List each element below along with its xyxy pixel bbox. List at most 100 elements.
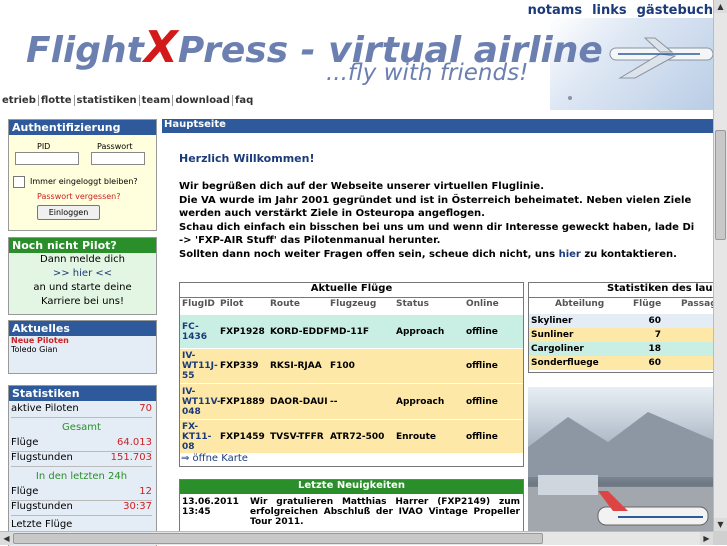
login-button[interactable]: Einloggen	[37, 205, 100, 220]
flight-id[interactable]: FC-1436	[182, 322, 218, 342]
pilot-line1: Dann melde dich	[40, 254, 125, 265]
flight-row[interactable]: IV-WT11V-048 FXP1889 DAOR-DAUI -- Approach of…	[180, 384, 523, 419]
nav-item-faq[interactable]: faq	[233, 95, 255, 106]
flight-id[interactable]: FX-KT11-08	[182, 422, 218, 452]
flight-route: TVSV-TFFR	[270, 431, 324, 442]
flight-route: RKSI-RJAA	[270, 361, 322, 371]
contact-link[interactable]: hier	[559, 249, 581, 260]
dept-name: Skyliner	[531, 316, 573, 326]
flight-pilot: FXP1928	[220, 326, 265, 337]
notams-link[interactable]: notams	[528, 3, 582, 18]
flight-online: offline	[466, 326, 498, 337]
dept-flights: 7	[654, 330, 661, 340]
flight-aircraft: F100	[330, 361, 355, 371]
remember-label: Immer eingeloggt bleiben?	[30, 177, 138, 186]
pid-label: PID	[37, 142, 51, 151]
scroll-up-arrow-icon[interactable]: ▲	[714, 0, 727, 13]
stat-recent-heading: In den letzten 24h	[35, 471, 128, 482]
horizontal-scroll-thumb[interactable]	[13, 533, 543, 544]
nav-item-flotte[interactable]: flotte	[38, 95, 75, 106]
dept-stat-row: Cargoliner 18	[529, 342, 713, 356]
new-pilots-heading: Neue Piloten	[11, 336, 69, 345]
flight-aircraft: MD-11F	[330, 326, 370, 337]
intro-line: Schau dich einfach ein bisschen bei uns …	[179, 221, 695, 233]
flight-id[interactable]: IV-WT11V-048	[182, 387, 221, 417]
dept-name: Sunliner	[531, 330, 574, 340]
flight-status: Approach	[396, 396, 445, 407]
scroll-left-arrow-icon[interactable]: ◀	[0, 532, 13, 545]
current-flights-table: Aktuelle Flüge FlugID Pilot Route Flugze…	[179, 282, 524, 467]
dept-flights: 60	[648, 316, 661, 326]
news-title: Aktuelles	[9, 321, 156, 336]
flight-aircraft: --	[330, 396, 338, 407]
nav-item-download[interactable]: download	[173, 95, 233, 106]
flight-pilot: FXP1889	[220, 396, 265, 407]
stat-total-hours: Flugstunden 151.703	[11, 452, 152, 467]
guestbook-link[interactable]: gästebuch	[637, 3, 713, 18]
stat-recent-hours: Flugstunden 30:37	[11, 501, 152, 516]
flight-status: Enroute	[396, 431, 436, 442]
scroll-right-arrow-icon[interactable]: ▶	[700, 532, 713, 545]
intro-text: Wir begrüßen dich auf der Webseite unser…	[179, 180, 713, 261]
vertical-scrollbar[interactable]: ▲ ▼	[713, 0, 727, 531]
nav-item-team[interactable]: team	[139, 95, 174, 106]
vertical-scroll-thumb[interactable]	[715, 130, 726, 240]
flight-online: offline	[466, 431, 498, 442]
intro-line: -> 'FXP-AIR Stuff' das Pilotenmanual her…	[179, 235, 441, 246]
password-label: Passwort	[97, 142, 133, 151]
department-stats-table: Statistiken des lau Abteilung Flüge Pass…	[528, 282, 713, 373]
dept-stat-row: Sonderfluege 60	[529, 356, 713, 370]
intro-line: Die VA wurde im Jahr 2001 gegründet und …	[179, 194, 692, 206]
flights-header-row: FlugID Pilot Route Flugzeug Status Onlin…	[182, 299, 499, 309]
aircraft-photo-icon	[528, 412, 713, 545]
news-date: 13.06.2011 13:45	[182, 497, 239, 517]
intro-line: Wir begrüßen dich auf der Webseite unser…	[179, 181, 544, 192]
flight-online: offline	[466, 396, 498, 407]
nav-item-statistiken[interactable]: statistiken	[74, 95, 140, 106]
password-input[interactable]	[91, 152, 145, 165]
flight-row[interactable]: FX-KT11-08 FXP1459 TVSV-TFFR ATR72-500 Enrou…	[180, 420, 523, 453]
logo-x: X	[143, 22, 178, 73]
pid-input[interactable]	[15, 152, 79, 165]
dept-flights: 60	[648, 358, 661, 368]
top-links: notams links gästebuch	[518, 3, 713, 18]
dept-stats-title: Statistiken des lau	[529, 283, 713, 298]
flight-row[interactable]: IV-WT11J-55 FXP339 RKSI-RJAA F100 offline	[180, 349, 523, 383]
news-box: Aktuelles Neue Piloten Toledo Gian	[8, 320, 157, 374]
flight-aircraft: ATR72-500	[330, 431, 385, 442]
flight-route: KORD-EDDF	[270, 326, 330, 337]
flight-row[interactable]: FC-1436 FXP1928 KORD-EDDF MD-11F Approach off…	[180, 315, 523, 348]
dept-flights: 18	[648, 344, 661, 354]
stat-recent-flights: Flüge 12	[11, 486, 152, 501]
pilot-title: Noch nicht Pilot?	[9, 238, 156, 253]
new-pilot-name[interactable]: Toledo Gian	[9, 345, 156, 354]
register-link[interactable]: >> hier <<	[9, 267, 156, 281]
latest-news-title: Letzte Neuigkeiten	[180, 480, 523, 494]
auth-box: Authentifizierung PID Passwort Immer ein…	[8, 119, 157, 231]
logo-text-flight: Flight	[26, 30, 144, 71]
links-link[interactable]: links	[592, 3, 627, 18]
auth-title: Authentifizierung	[9, 120, 156, 135]
dept-name: Cargoliner	[531, 344, 584, 354]
scroll-down-arrow-icon[interactable]: ▼	[714, 518, 727, 531]
intro-line: Sollten dann noch weiter Fragen offen se…	[179, 248, 677, 260]
become-pilot-box: Noch nicht Pilot? Dann melde dich >> hie…	[8, 237, 157, 315]
stats-title: Statistiken	[9, 386, 156, 401]
stat-total-flights: Flüge 64.013	[11, 437, 152, 452]
intro-line: werden auch verstärkt Ziele in Osteuropa…	[179, 208, 485, 219]
flight-pilot: FXP339	[220, 361, 259, 371]
stat-active-pilots: aktive Piloten 70	[11, 403, 152, 418]
open-map-link[interactable]: ⇒ öffne Karte	[181, 453, 248, 464]
site-header: notams links gästebuch FlightXPress - virt…	[0, 0, 713, 112]
forgot-password-link[interactable]: Passwort vergessen?	[37, 192, 121, 201]
dept-stat-row: Sunliner 7	[529, 328, 713, 342]
remember-checkbox[interactable]	[13, 176, 25, 188]
site-tagline: ...fly with friends!	[326, 60, 529, 86]
flight-id[interactable]: IV-WT11J-55	[182, 351, 218, 381]
main-content: Hauptseite Herzlich Willkommen! Wir begr…	[162, 119, 713, 545]
dept-name: Sonderfluege	[531, 358, 599, 368]
flight-online: offline	[466, 361, 498, 371]
nav-item-betrieb[interactable]: etrieb	[0, 95, 39, 106]
dept-stat-row: Skyliner 60	[529, 314, 713, 328]
horizontal-scrollbar[interactable]: ◀ ▶	[0, 531, 713, 545]
